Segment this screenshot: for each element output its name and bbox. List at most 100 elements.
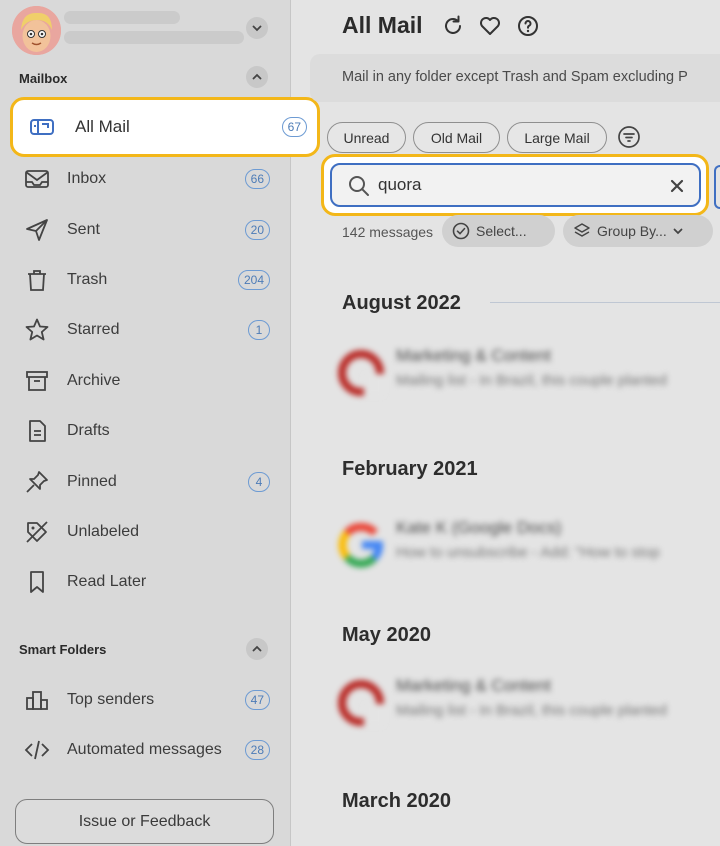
sidebar-item-starred[interactable]: Starred 1	[18, 308, 274, 352]
sidebar-item-label: Trash	[67, 271, 108, 288]
sidebar-item-unlabeled[interactable]: Unlabeled	[18, 510, 274, 554]
search-mode-edge	[714, 165, 720, 209]
clear-search-button[interactable]	[666, 175, 688, 197]
count-badge: 47	[244, 690, 270, 710]
quora-logo-icon	[338, 680, 384, 726]
label-off-icon	[24, 519, 50, 545]
filter-chip-large-mail[interactable]: Large Mail	[507, 122, 607, 153]
bar-chart-icon	[24, 687, 50, 713]
group-by-label: Group By...	[597, 223, 667, 239]
count-badge: 20	[244, 220, 270, 240]
inbox-icon	[24, 166, 50, 192]
trash-icon	[24, 267, 50, 293]
close-icon	[670, 179, 684, 193]
chevron-down-icon	[673, 228, 683, 235]
mailbox-collapse-button[interactable]	[246, 66, 268, 88]
sidebar-item-label: All Mail	[75, 117, 130, 136]
count-badge: 1	[248, 320, 270, 340]
bookmark-icon	[24, 569, 50, 595]
sidebar-item-label: Unlabeled	[67, 523, 140, 540]
check-circle-icon	[452, 222, 470, 240]
sidebar-item-sent[interactable]: Sent 20	[18, 208, 274, 252]
select-label: Select...	[476, 223, 527, 239]
list-item[interactable]: Marketing & Content Mailing list - In Br…	[338, 346, 720, 406]
count-badge: 4	[248, 472, 270, 492]
sidebar-item-trash[interactable]: Trash 204	[18, 258, 274, 302]
refresh-button[interactable]	[441, 14, 465, 38]
account-switcher-button[interactable]	[246, 17, 268, 39]
sidebar-item-label: Pinned	[67, 473, 117, 490]
list-item[interactable]: Kate K (Google Docs) How to unsubscribe …	[338, 518, 720, 578]
filter-chip-old-mail[interactable]: Old Mail	[413, 122, 500, 153]
mail-sender: Marketing & Content	[396, 346, 551, 365]
issue-feedback-button[interactable]: Issue or Feedback	[15, 799, 274, 844]
refresh-icon	[445, 15, 461, 34]
select-button[interactable]: Select...	[442, 215, 555, 247]
page-title: All Mail	[342, 12, 423, 38]
group-divider	[490, 302, 720, 303]
mailbox-icon	[29, 114, 55, 140]
sidebar-item-drafts[interactable]: Drafts	[18, 409, 274, 453]
mail-sender: Marketing & Content	[396, 676, 551, 695]
sidebar-item-automated-messages[interactable]: Automated messages 28	[18, 728, 274, 772]
layers-icon	[574, 223, 590, 237]
mail-snippet: Mailing list - In Brazil, this couple pl…	[396, 702, 667, 719]
pin-icon	[24, 469, 50, 495]
smart-folders-section-title: Smart Folders	[19, 642, 107, 657]
account-name-redacted	[64, 11, 180, 24]
list-item[interactable]: Marketing & Content Mailing list - In Br…	[338, 676, 720, 736]
account-email-redacted	[64, 31, 244, 44]
sidebar-item-label: Archive	[67, 372, 121, 389]
favorite-button[interactable]	[478, 14, 502, 38]
filter-chip-unread[interactable]: Unread	[327, 122, 406, 153]
sidebar-item-label: Sent	[67, 221, 100, 238]
star-icon	[24, 317, 50, 343]
smart-folders-collapse-button[interactable]	[246, 638, 268, 660]
sidebar-item-label: Inbox	[67, 170, 107, 187]
chevron-up-icon	[252, 73, 262, 80]
sidebar-item-pinned[interactable]: Pinned 4	[18, 460, 274, 504]
sidebar-item-label: Automated messages	[67, 741, 222, 758]
sidebar-item-label: Top senders	[67, 691, 155, 708]
paper-plane-icon	[24, 217, 50, 243]
mailbox-section-title: Mailbox	[19, 71, 68, 86]
sidebar-item-read-later[interactable]: Read Later	[18, 560, 274, 604]
group-heading: August 2022	[342, 292, 461, 314]
filter-lines-icon	[618, 126, 640, 148]
count-badge: 66	[244, 169, 270, 189]
code-icon	[24, 737, 50, 763]
chevron-down-icon	[252, 25, 262, 32]
avatar[interactable]	[12, 6, 61, 55]
sidebar-item-label: Read Later	[67, 573, 147, 590]
sidebar: Mailbox All Mail 67 Inbox 66 Sent 20 Tra…	[0, 0, 320, 846]
sidebar-item-inbox[interactable]: Inbox 66	[18, 157, 274, 201]
mail-snippet: How to unsubscribe - Add: "How to stop	[396, 544, 660, 561]
count-badge: 67	[281, 117, 307, 137]
document-icon	[24, 418, 50, 444]
quora-logo-icon	[338, 350, 384, 396]
memoji-avatar-icon	[12, 6, 61, 55]
search-icon	[347, 174, 371, 198]
group-by-button[interactable]: Group By...	[563, 215, 713, 247]
message-count: 142 messages	[342, 224, 434, 240]
heart-icon	[480, 17, 500, 35]
sidebar-item-all-mail[interactable]: All Mail 67	[10, 97, 320, 157]
search-input[interactable]	[378, 170, 658, 200]
group-heading: March 2020	[342, 790, 451, 812]
sidebar-item-label: Starred	[67, 321, 120, 338]
count-badge: 204	[237, 270, 270, 290]
archive-box-icon	[24, 368, 50, 394]
mail-sender: Kate K (Google Docs)	[396, 518, 562, 537]
mail-snippet: Mailing list - In Brazil, this couple pl…	[396, 372, 667, 389]
folder-description: Mail in any folder except Trash and Spam…	[342, 69, 688, 85]
group-heading: May 2020	[342, 624, 431, 646]
google-logo-icon	[338, 522, 384, 568]
chevron-up-icon	[252, 645, 262, 652]
group-heading: February 2021	[342, 458, 478, 480]
sidebar-item-top-senders[interactable]: Top senders 47	[18, 678, 274, 722]
filter-options-button[interactable]	[617, 125, 641, 149]
help-button[interactable]	[516, 14, 540, 38]
sidebar-item-archive[interactable]: Archive	[18, 359, 274, 403]
help-icon	[518, 16, 538, 36]
sidebar-item-label: Drafts	[67, 422, 110, 439]
